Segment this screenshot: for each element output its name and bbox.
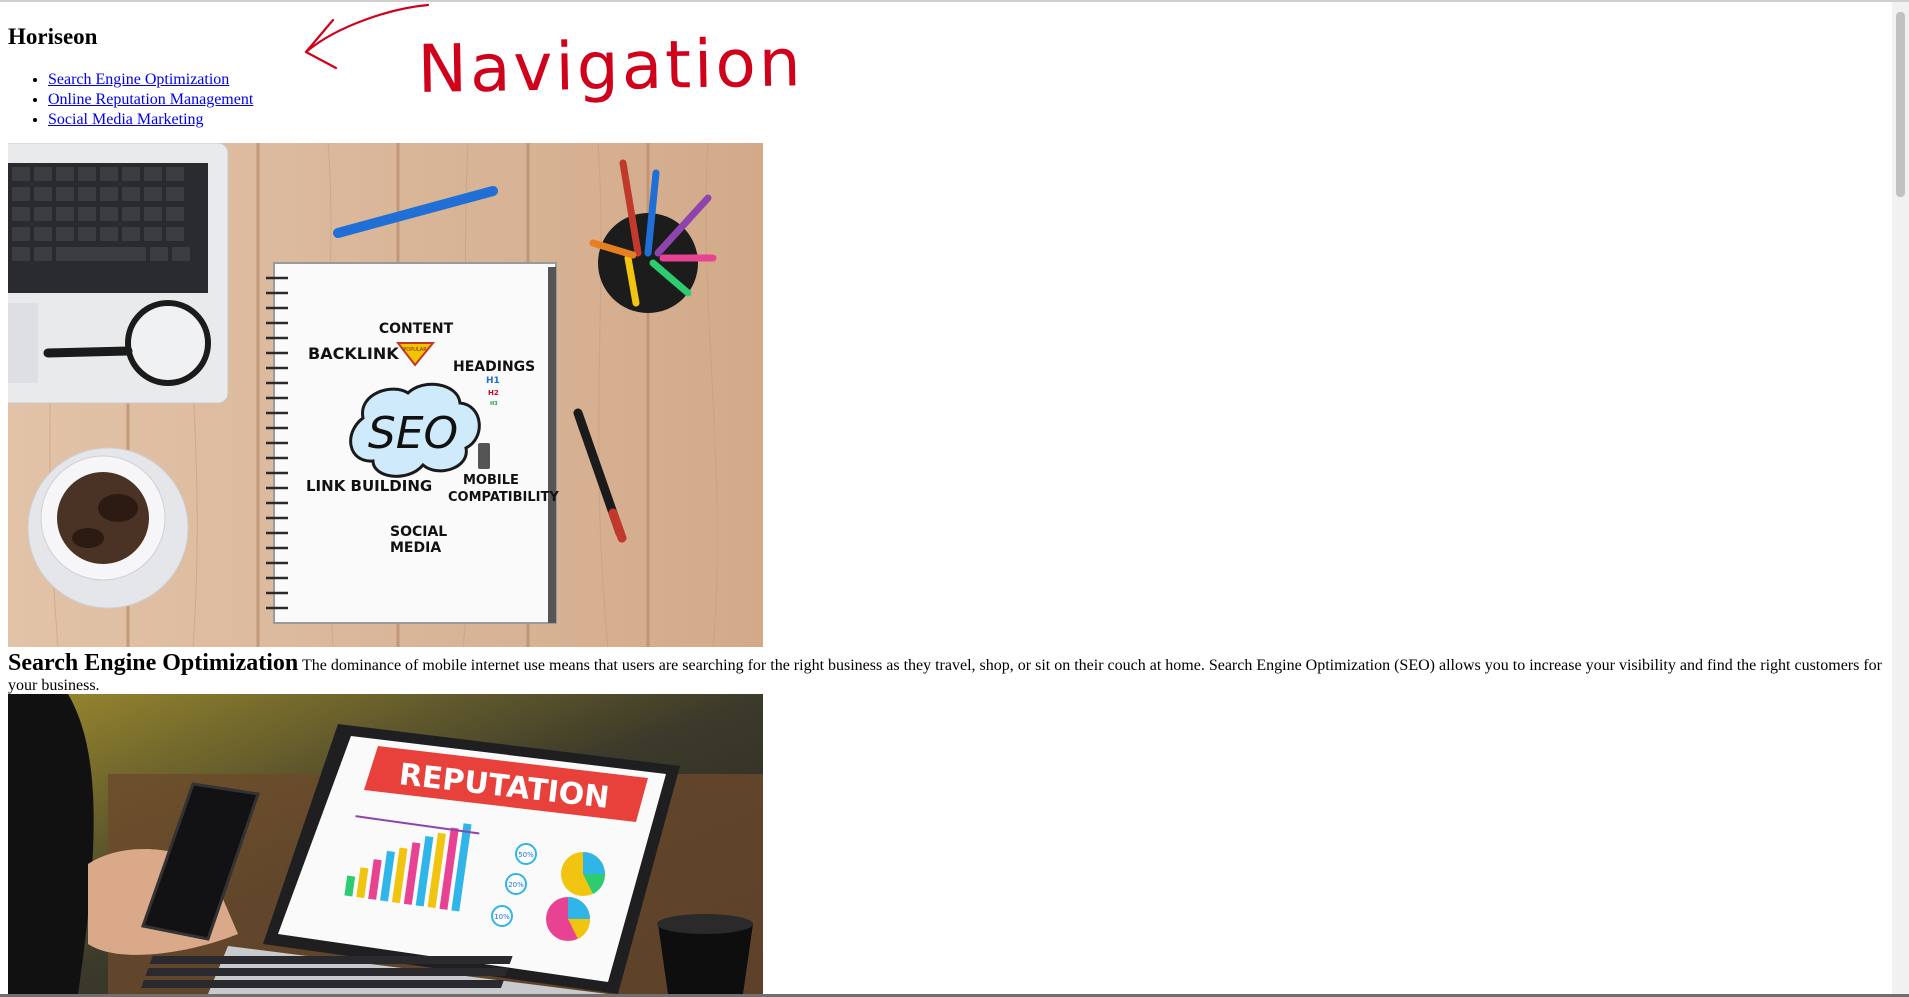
- notebook-word-media: MEDIA: [390, 540, 441, 556]
- nav-link-social[interactable]: Social Media Marketing: [48, 111, 204, 128]
- notebook-word-popular: POPULAR: [403, 347, 427, 353]
- nav-item: Search Engine Optimization: [48, 70, 253, 90]
- notebook-word-h2: H2: [488, 389, 499, 397]
- seo-section: Search Engine Optimization The dominance…: [8, 650, 1888, 696]
- annotation-text: Navigation: [417, 24, 804, 108]
- notebook-word-headings: HEADINGS: [453, 359, 535, 375]
- seo-hero-image: SEO CONTENT BACKLINK HEADINGS LINK BUILD…: [8, 143, 763, 647]
- notebook-word-backlink: BACKLINK: [308, 344, 399, 363]
- navigation-annotation: Navigation: [304, 3, 804, 108]
- reputation-image: REPUTATION 50% 20% 10%: [8, 694, 763, 994]
- notebook-word-link-building: LINK BUILDING: [306, 477, 432, 495]
- nav-link-seo[interactable]: Search Engine Optimization: [48, 71, 229, 88]
- notebook-word-social: SOCIAL: [390, 524, 447, 540]
- notebook-word-h3: H3: [490, 401, 498, 407]
- browser-top-border: [0, 0, 1909, 2]
- nav-item: Online Reputation Management: [48, 90, 253, 110]
- site-title: Horiseon: [8, 24, 98, 49]
- nav-item: Social Media Marketing: [48, 110, 253, 130]
- nav-link-reputation[interactable]: Online Reputation Management: [48, 91, 253, 108]
- vertical-scrollbar[interactable]: [1892, 2, 1909, 994]
- seo-heading: Search Engine Optimization: [8, 650, 299, 676]
- reputation-badge-2: 20%: [508, 881, 524, 889]
- annotation-arrow-shaft: [304, 3, 430, 54]
- scrollbar-thumb[interactable]: [1896, 12, 1905, 197]
- reputation-badge-1: 50%: [518, 851, 534, 859]
- navigation-list: Search Engine Optimization Online Reputa…: [8, 70, 253, 130]
- notebook-word-compatibility: COMPATIBILITY: [448, 490, 559, 505]
- notebook-word-seo: SEO: [368, 408, 458, 459]
- notebook-word-content: CONTENT: [379, 321, 454, 337]
- notebook-word-h1: H1: [486, 376, 500, 386]
- reputation-badge-3: 10%: [494, 913, 510, 921]
- annotation-arrow-head: [304, 18, 338, 70]
- notebook-word-mobile: MOBILE: [463, 473, 519, 488]
